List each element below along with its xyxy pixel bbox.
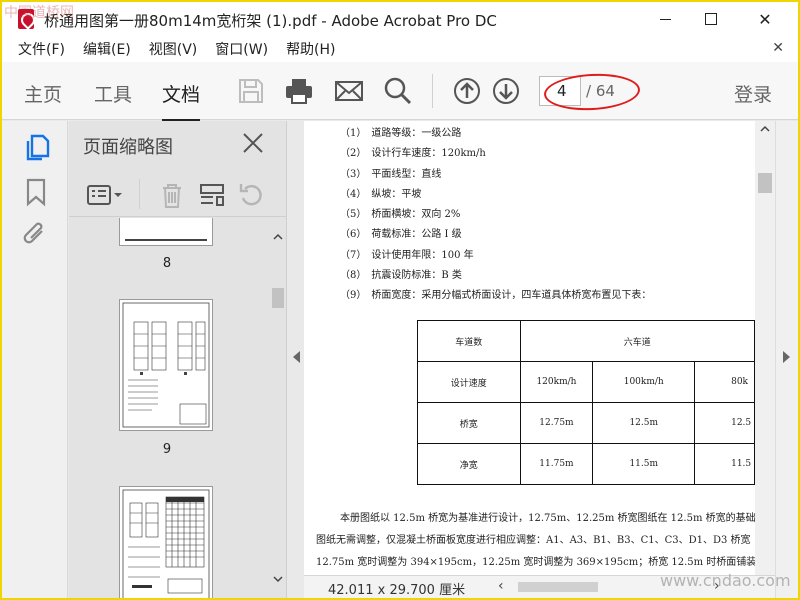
table-cell: 11.5m bbox=[592, 443, 696, 485]
page-thumbnail-10[interactable] bbox=[119, 486, 213, 598]
table-cell: 六车道 bbox=[519, 320, 755, 362]
table-cell: 净宽 bbox=[417, 443, 521, 485]
toolbar-divider bbox=[432, 74, 433, 108]
menu-help[interactable]: 帮助(H) bbox=[286, 39, 335, 59]
menu-edit[interactable]: 编辑(E) bbox=[83, 39, 131, 59]
menu-file[interactable]: 文件(F) bbox=[18, 39, 65, 59]
thumbnail-options-icon[interactable] bbox=[85, 181, 125, 209]
right-pane-strip bbox=[775, 121, 798, 598]
login-button[interactable]: 登录 bbox=[734, 80, 772, 107]
spec-item: （5） 桥面横坡：双向 2% bbox=[340, 209, 461, 221]
table-cell: 车道数 bbox=[417, 320, 521, 362]
thumbnail-drawing-10 bbox=[122, 489, 210, 598]
print-icon[interactable] bbox=[284, 76, 314, 106]
table-cell: 12.5m bbox=[592, 402, 696, 444]
scroll-left-icon[interactable]: ‹ bbox=[498, 578, 504, 594]
table-row: 设计速度 120km/h 100km/h 80k bbox=[417, 361, 755, 403]
thumbnail-list: 8 9 bbox=[69, 218, 269, 598]
extract-page-icon[interactable] bbox=[197, 181, 227, 209]
table-cell: 桥宽 bbox=[417, 402, 521, 444]
maximize-button[interactable] bbox=[688, 2, 734, 36]
design-note-paragraph: 本册图纸以 12.5m 桥宽为基准进行设计，12.75m、12.25m 桥宽图纸… bbox=[316, 508, 755, 574]
doc-scroll-up-icon[interactable] bbox=[760, 124, 770, 134]
table-cell: 12.5 bbox=[694, 402, 755, 444]
table-cell: 80k bbox=[694, 361, 755, 403]
spec-item: （3） 平面线型：直线 bbox=[340, 168, 442, 180]
watermark-bottom-right: www.cndao.com bbox=[660, 571, 791, 590]
table-cell: 100km/h bbox=[592, 361, 696, 403]
table-cell: 11.5 bbox=[694, 443, 755, 485]
menu-window[interactable]: 窗口(W) bbox=[215, 39, 268, 59]
minimize-button[interactable] bbox=[642, 2, 688, 36]
close-document-button[interactable]: ✕ bbox=[772, 40, 784, 56]
table-row: 净宽 11.75m 11.5m 11.5 bbox=[417, 443, 755, 485]
table-cell: 120km/h bbox=[519, 361, 594, 403]
expand-right-pane-icon[interactable] bbox=[783, 351, 790, 363]
spec-item: （8） 抗震设防标准：B 类 bbox=[340, 270, 462, 282]
paragraph-line: 图纸无需调整，仅混凝土桥面板宽度进行相应调整：A1、A3、B1、B3、C1、C3… bbox=[316, 535, 755, 546]
spec-list: （1） 道路等级：一级公路 （2） 设计行车速度：120km/h （3） 平面线… bbox=[340, 124, 651, 307]
scroll-up-icon[interactable] bbox=[273, 232, 283, 242]
spec-item: （6） 荷载标准：公路 I 级 bbox=[340, 229, 462, 241]
page-thumbnail-8[interactable] bbox=[119, 218, 213, 246]
toolbar: 主页 工具 文档 4 / 64 登录 bbox=[2, 62, 798, 122]
document-page: （1） 道路等级：一级公路 （2） 设计行车速度：120km/h （3） 平面线… bbox=[304, 121, 755, 575]
page-up-icon[interactable] bbox=[452, 76, 482, 106]
thumbnail-scrollbar-knob[interactable] bbox=[272, 288, 284, 308]
bookmark-icon[interactable] bbox=[22, 177, 50, 207]
tab-tools[interactable]: 工具 bbox=[94, 80, 132, 107]
spec-item: （9） 桥面宽度：采用分幅式桥面设计，四车道具体桥宽布置见下表： bbox=[340, 290, 652, 302]
spec-item: （2） 设计行车速度：120km/h bbox=[340, 148, 486, 160]
spec-item: （7） 设计使用年限：100 年 bbox=[340, 249, 474, 261]
scroll-down-icon[interactable] bbox=[273, 574, 283, 584]
horizontal-scrollbar-knob[interactable] bbox=[518, 582, 598, 592]
delete-page-icon[interactable] bbox=[157, 181, 187, 209]
spec-item: （1） 道路等级：一级公路 bbox=[340, 128, 462, 139]
close-window-button[interactable]: ✕ bbox=[742, 2, 788, 36]
watermark-top-left: 中国道桥网 bbox=[4, 5, 74, 21]
document-scrollbar-knob[interactable] bbox=[758, 173, 772, 193]
search-icon[interactable] bbox=[383, 76, 413, 106]
page-size-readout: 42.011 x 29.700 厘米 bbox=[328, 583, 466, 598]
tab-home[interactable]: 主页 bbox=[24, 80, 62, 107]
menu-view[interactable]: 视图(V) bbox=[149, 39, 198, 59]
panel-toolbar bbox=[69, 173, 287, 217]
collapse-left-pane-icon[interactable] bbox=[293, 351, 300, 363]
lane-width-table: 车道数 六车道 设计速度 120km/h 100km/h 80k 桥宽 12.7… bbox=[417, 320, 755, 485]
document-area: （1） 道路等级：一级公路 （2） 设计行车速度：120km/h （3） 平面线… bbox=[288, 121, 798, 598]
document-scrollbar[interactable] bbox=[755, 121, 775, 575]
window-title: 桥通用图第一册80m14m宽桁架 (1).pdf - Adobe Acrobat… bbox=[44, 12, 497, 30]
table-cell: 11.75m bbox=[519, 443, 594, 485]
menu-bar: 文件(F) 编辑(E) 视图(V) 窗口(W) 帮助(H) ✕ bbox=[2, 36, 798, 62]
panel-title: 页面缩略图 bbox=[83, 137, 173, 158]
page-thumbnails-icon[interactable] bbox=[22, 133, 50, 163]
thumbnail-scrollbar[interactable] bbox=[269, 228, 287, 588]
thumbnail-label-8: 8 bbox=[162, 256, 172, 271]
spec-item: （4） 纵坡：平坡 bbox=[340, 188, 422, 200]
table-row: 车道数 六车道 bbox=[417, 320, 755, 362]
page-thumbnail-9[interactable] bbox=[119, 299, 213, 431]
table-row: 桥宽 12.75m 12.5m 12.5 bbox=[417, 402, 755, 444]
table-cell: 设计速度 bbox=[417, 361, 521, 403]
thumbnail-drawing-9 bbox=[122, 302, 210, 428]
navigation-rail bbox=[2, 121, 68, 598]
paragraph-line: 本册图纸以 12.5m 桥宽为基准进行设计，12.75m、12.25m 桥宽图纸… bbox=[340, 513, 755, 524]
email-icon[interactable] bbox=[334, 76, 364, 106]
title-bar: 桥通用图第一册80m14m宽桁架 (1).pdf - Adobe Acrobat… bbox=[2, 2, 798, 36]
tab-document[interactable]: 文档 bbox=[162, 80, 201, 122]
thumbnail-panel: 页面缩略图 8 9 bbox=[69, 121, 287, 598]
attachment-icon[interactable] bbox=[22, 221, 50, 251]
panel-toolbar-divider bbox=[139, 179, 140, 209]
rotate-page-icon[interactable] bbox=[237, 181, 267, 209]
close-panel-icon[interactable] bbox=[241, 131, 265, 155]
thumbnail-label-9: 9 bbox=[162, 442, 172, 457]
table-cell: 12.75m bbox=[519, 402, 594, 444]
save-icon[interactable] bbox=[236, 76, 266, 106]
page-down-icon[interactable] bbox=[491, 76, 521, 106]
